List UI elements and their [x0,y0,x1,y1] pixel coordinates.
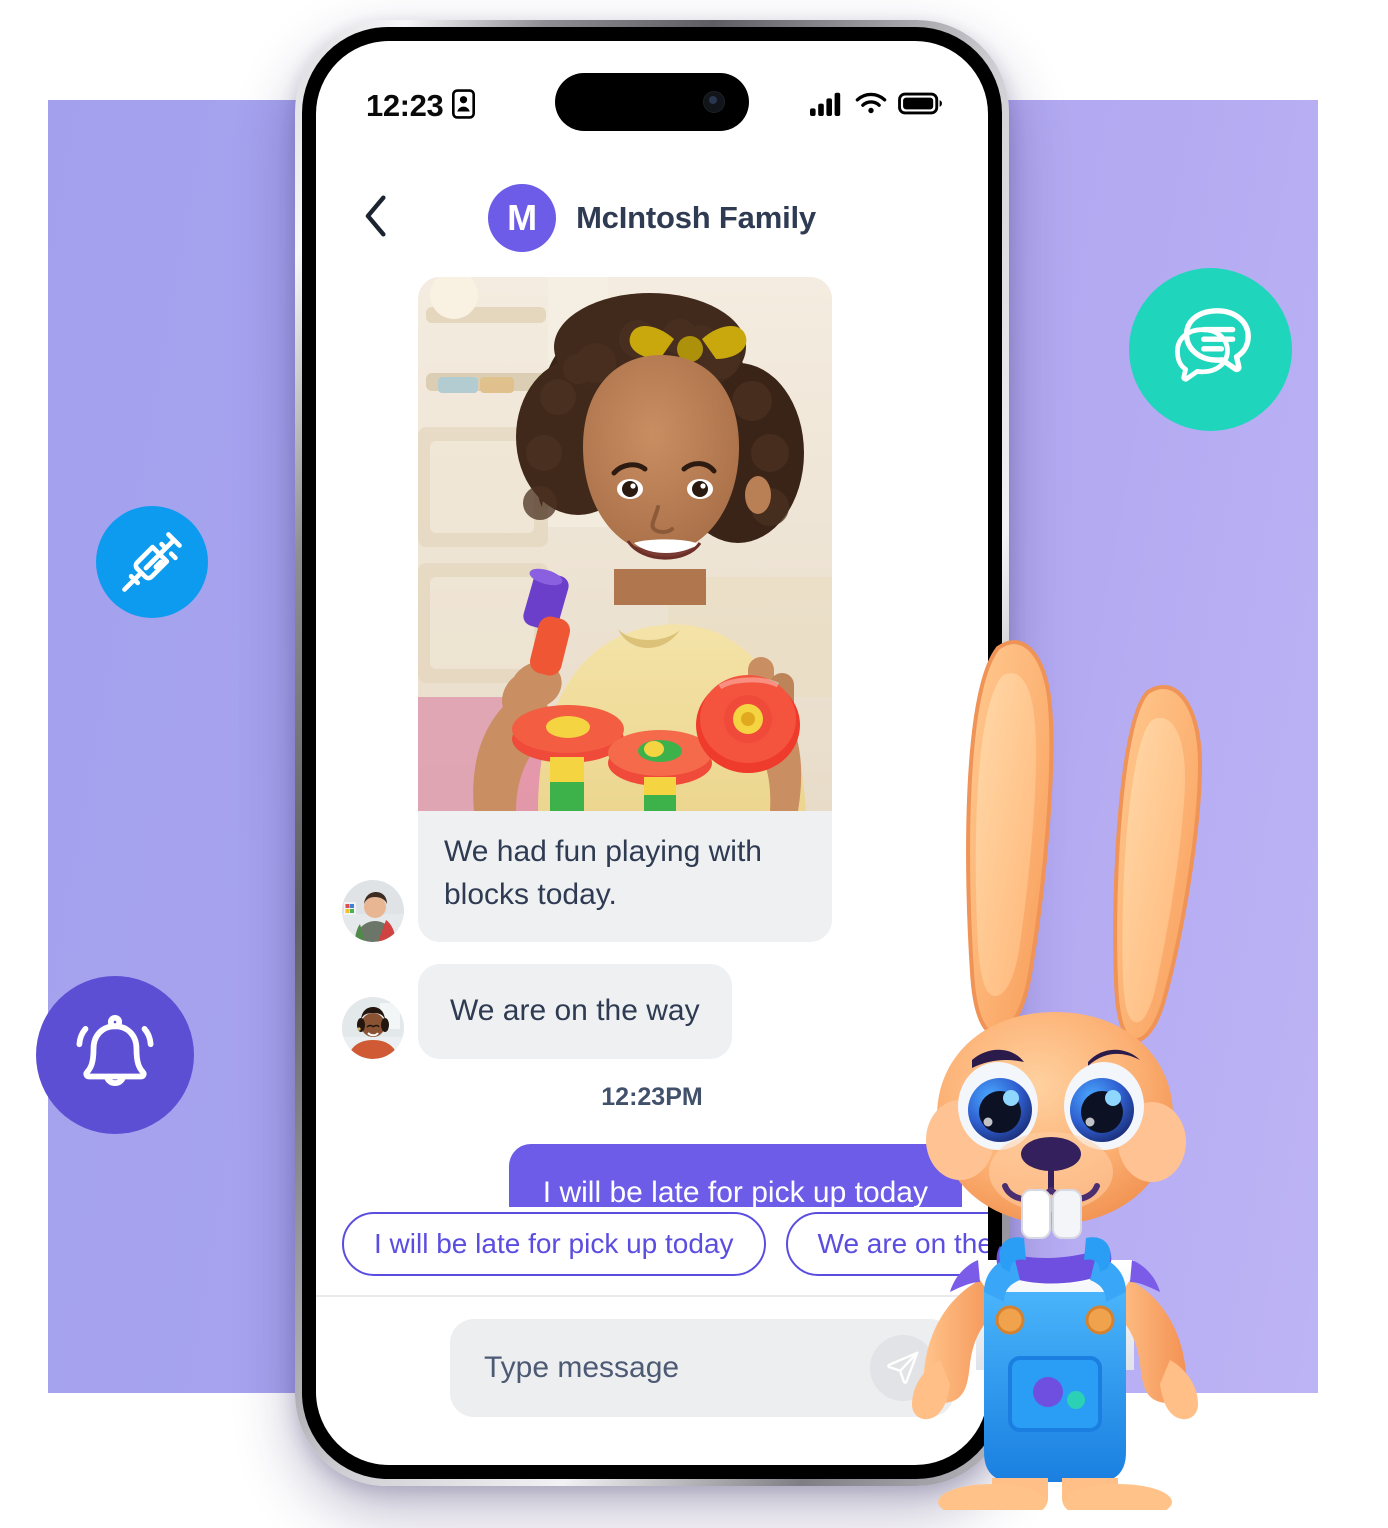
photo-message-caption: We had fun playing with blocks today. [444,835,762,911]
front-camera-icon [703,91,725,113]
parent-avatar [342,996,404,1059]
dynamic-island [555,73,749,131]
bell-icon [69,1009,161,1101]
message-list: We had fun playing with blocks today. We… [316,277,988,1207]
message-photo [418,277,832,811]
status-time: 12:23 [366,88,444,123]
message-composer [316,1299,988,1465]
screenshot-stage: 12:23 M McIntosh Family We had fun playi… [0,0,1388,1528]
message-row-photo: We had fun playing with blocks today. [342,277,962,943]
phone-screen: 12:23 M McIntosh Family We had fun playi… [316,41,988,1465]
syringe-icon [119,529,185,595]
chat-header: M McIntosh Family [316,159,988,277]
status-bar-left: 12:23 [366,88,476,124]
back-button[interactable] [350,192,402,244]
messaging-badge[interactable] [1129,268,1292,431]
vaccination-badge[interactable] [96,506,208,618]
message-input[interactable] [484,1351,920,1385]
page-title: McIntosh Family [576,200,816,235]
notifications-badge[interactable] [36,976,194,1134]
phone-device: 12:23 M McIntosh Family We had fun playi… [295,20,1009,1486]
message-row-outgoing: I will be late for pick up today [342,1143,962,1207]
photo-message-bubble[interactable]: We had fun playing with blocks today. [418,277,832,943]
chevron-left-icon [359,194,393,243]
group-avatar-initial: M [507,197,538,238]
cellular-signal-icon [810,92,844,121]
quick-reply-chip-2[interactable]: We are on the way [785,1212,988,1276]
composer-divider [316,1295,988,1297]
status-bar-right [810,92,942,121]
chat-bubbles-icon [1163,302,1259,398]
quick-reply-chip-1[interactable]: I will be late for pick up today [342,1212,766,1276]
group-avatar: M [488,184,557,252]
send-paper-plane-icon [885,1348,921,1389]
incoming-message-bubble[interactable]: We are on the way [418,964,732,1059]
id-card-icon [452,88,476,124]
message-timestamp: 12:23PM [601,1082,703,1111]
message-row-text: We are on the way [342,964,962,1059]
outgoing-message-bubble[interactable]: I will be late for pick up today [508,1143,962,1207]
battery-icon [898,92,942,120]
quick-reply-bar: I will be late for pick up today We are … [316,1207,988,1281]
wifi-icon [855,92,887,121]
chat-header-center[interactable]: M McIntosh Family [402,184,902,252]
message-input-wrap[interactable] [450,1319,954,1417]
teacher-avatar [342,880,404,943]
phone-bezel: 12:23 M McIntosh Family We had fun playi… [302,27,1002,1479]
send-button[interactable] [870,1335,936,1401]
